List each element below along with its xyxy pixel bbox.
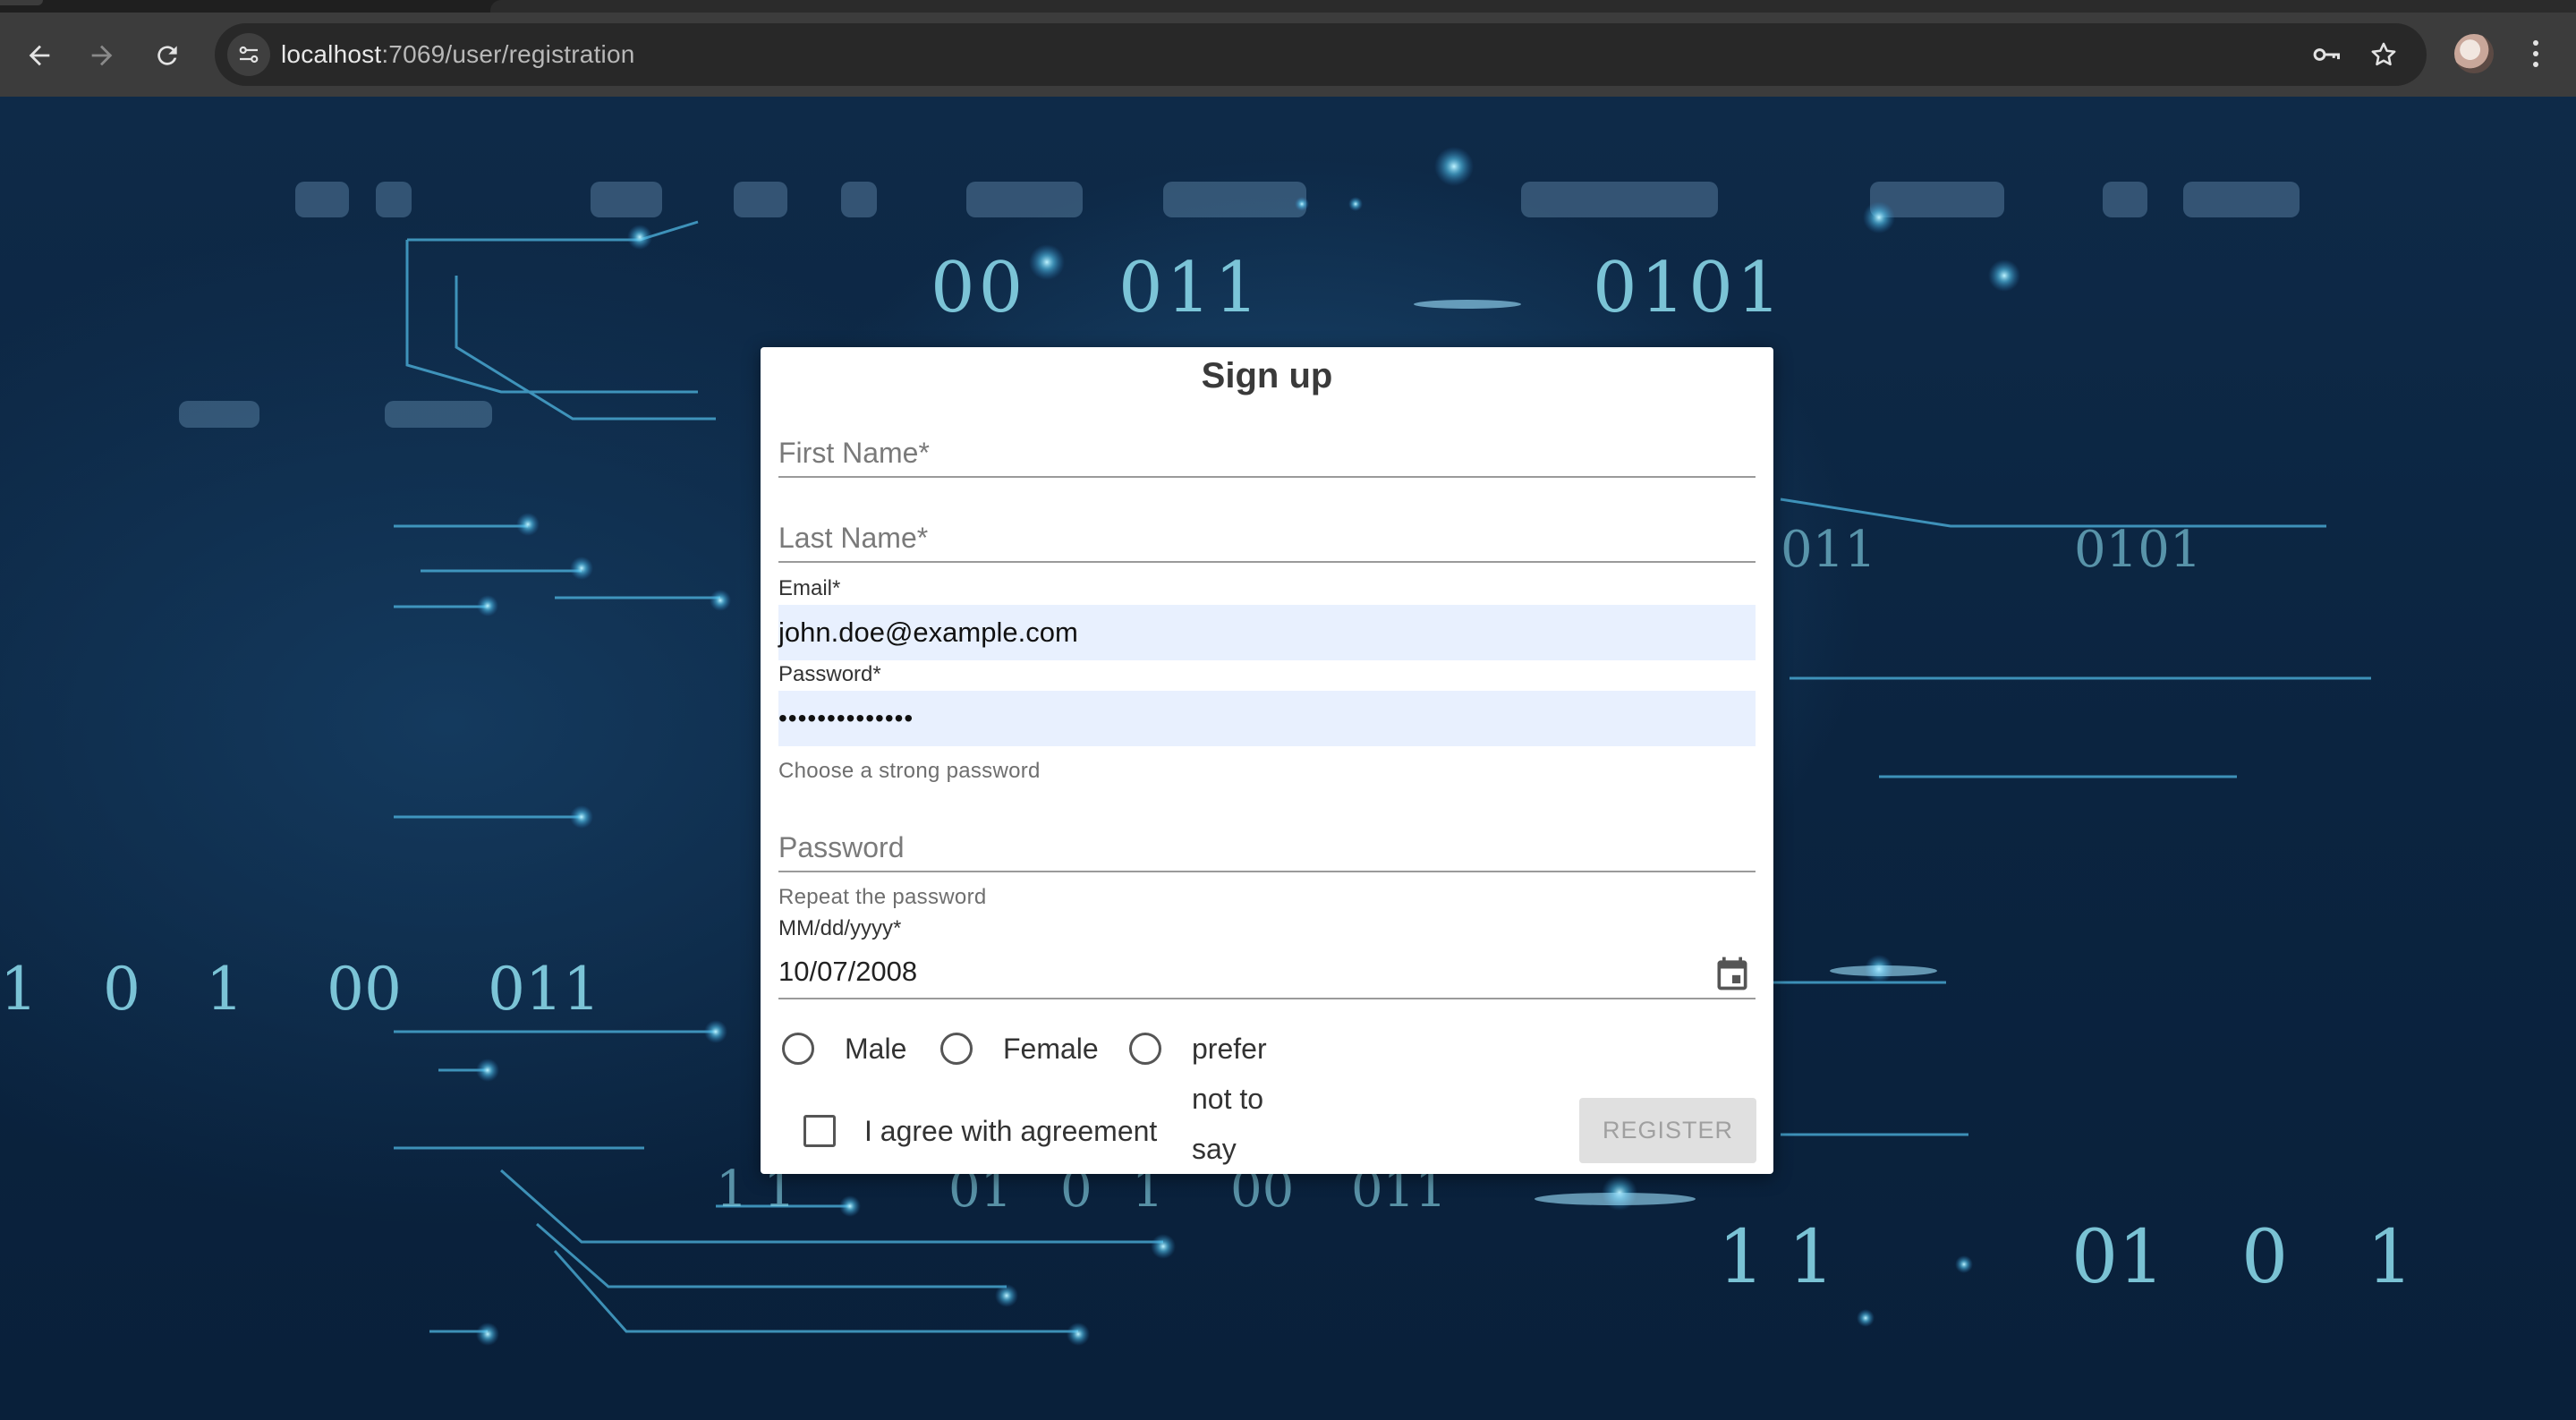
forward-icon[interactable] xyxy=(81,34,123,77)
tab-strip xyxy=(0,0,2576,13)
signup-title: Sign up xyxy=(1201,356,1333,395)
last-name-placeholder: Last Name* xyxy=(778,522,929,554)
back-icon[interactable] xyxy=(18,34,61,77)
birthdate-underline xyxy=(778,998,1756,999)
birthdate-value: 10/07/2008 xyxy=(778,956,918,987)
url-host: localhost xyxy=(281,40,382,68)
bg-binary-1: 00 xyxy=(931,248,1026,328)
register-button[interactable]: REGISTER xyxy=(1579,1098,1756,1163)
site-info-icon[interactable] xyxy=(227,33,270,76)
profile-avatar[interactable] xyxy=(2454,34,2494,73)
bg-binary-2: 011 xyxy=(1118,248,1262,328)
repeat-password-field[interactable]: Password xyxy=(778,831,1756,874)
more-menu-icon[interactable] xyxy=(2518,32,2554,75)
email-value: john.doe@example.com xyxy=(778,616,1078,648)
gender-female-label[interactable]: Female xyxy=(1003,1024,1099,1074)
password-key-icon[interactable] xyxy=(2305,33,2348,76)
birthdate-label: MM/dd/yyyy* xyxy=(778,916,902,940)
repeat-password-placeholder: Password xyxy=(778,831,905,863)
gender-male-label[interactable]: Male xyxy=(845,1024,906,1074)
gender-female-radio[interactable] xyxy=(940,1033,973,1065)
first-name-underline xyxy=(778,476,1756,478)
gender-male-radio[interactable] xyxy=(782,1033,814,1065)
browser-toolbar: localhost:7069/user/registration xyxy=(0,13,2576,97)
bg-binary-6: 1 xyxy=(0,955,38,1024)
last-name-underline xyxy=(778,561,1756,563)
bg-binary-8: 1 xyxy=(206,955,243,1024)
url-text[interactable]: localhost:7069/user/registration xyxy=(281,23,635,86)
bg-binary-7: 0 xyxy=(103,955,140,1024)
bg-binary-17: 1 1 xyxy=(1718,1215,1834,1300)
first-name-placeholder: First Name* xyxy=(778,437,930,469)
first-name-field[interactable]: First Name* xyxy=(778,437,1756,480)
bg-binary-9: 00 xyxy=(327,955,402,1024)
tab-surface xyxy=(490,0,2576,13)
repeat-password-hint: Repeat the password xyxy=(778,885,987,909)
gender-prefer-not-label[interactable]: prefer not to say xyxy=(1192,1024,1267,1165)
bg-binary-3: 0101 xyxy=(1593,248,1785,328)
bg-binary-5: 0101 xyxy=(2074,521,2202,579)
gender-prefer-not-radio[interactable] xyxy=(1129,1033,1161,1065)
email-label: Email* xyxy=(778,576,841,600)
password-label: Password* xyxy=(778,662,881,686)
bg-binary-19: 0 xyxy=(2241,1215,2288,1300)
password-masked-value: •••••••••••••• xyxy=(778,704,914,732)
agreement-label[interactable]: I agree with agreement xyxy=(864,1106,1157,1156)
birthdate-field[interactable]: 10/07/2008 xyxy=(778,956,1756,999)
bg-binary-18: 01 xyxy=(2071,1215,2164,1300)
email-field[interactable]: john.doe@example.com xyxy=(778,605,1756,660)
bg-binary-10: 011 xyxy=(488,955,600,1024)
bg-binary-20: 1 xyxy=(2367,1215,2413,1300)
reload-icon[interactable] xyxy=(146,34,189,77)
bg-binary-4: 011 xyxy=(1781,521,1876,579)
address-bar[interactable]: localhost:7069/user/registration xyxy=(215,23,2427,86)
calendar-icon[interactable] xyxy=(1713,954,1752,993)
bookmark-star-icon[interactable] xyxy=(2362,33,2405,76)
password-hint: Choose a strong password xyxy=(778,759,1041,783)
url-path: :7069/user/registration xyxy=(381,40,635,68)
agreement-checkbox[interactable] xyxy=(803,1115,836,1147)
tab-edge xyxy=(0,0,43,5)
signup-card: Sign up First Name* Last Name* Email* jo… xyxy=(761,347,1773,1174)
repeat-password-underline xyxy=(778,871,1756,872)
last-name-field[interactable]: Last Name* xyxy=(778,522,1756,565)
password-field[interactable]: •••••••••••••• xyxy=(778,691,1756,746)
